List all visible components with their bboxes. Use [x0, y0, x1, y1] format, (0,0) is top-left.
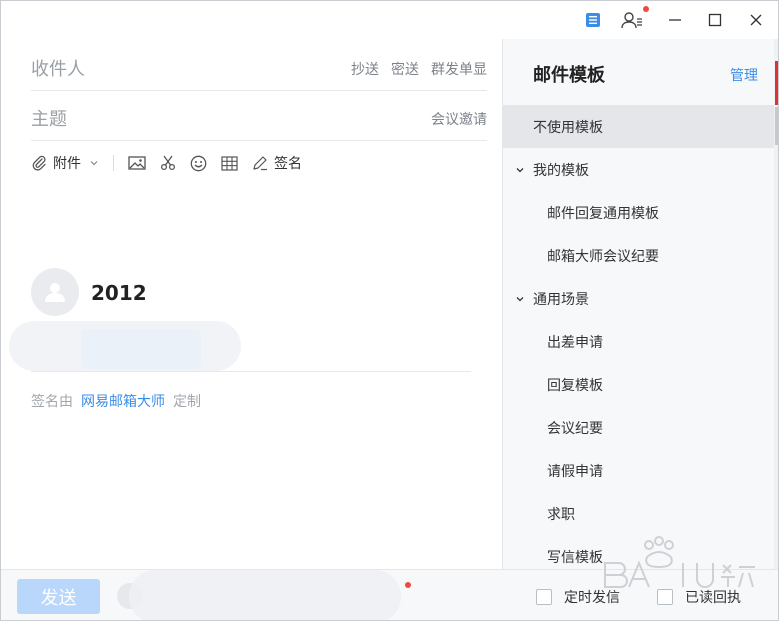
template-list: 不使用模板我的模板邮件回复通用模板 邮箱大师会议纪要通用场景出差申请回复模板会议纪…: [503, 105, 775, 578]
scrollbar-thumb[interactable]: [775, 107, 778, 145]
template-panel: 邮件模板 管理 不使用模板我的模板邮件回复通用模板 邮箱大师会议纪要通用场景出差申…: [502, 39, 776, 569]
watermark-logo: [604, 536, 755, 588]
template-item[interactable]: 请假申请: [503, 449, 775, 492]
chevron-down-icon[interactable]: [513, 163, 527, 177]
template-item[interactable]: 不使用模板: [503, 105, 775, 148]
template-item[interactable]: 出差申请: [503, 320, 775, 363]
paperclip-icon: [31, 155, 47, 171]
template-item[interactable]: 邮箱大师会议纪要: [503, 234, 775, 277]
signature-footer-suffix: 定制: [173, 394, 201, 410]
subject-input[interactable]: 主题: [31, 105, 67, 131]
editor-toolbar: 附件 签名: [31, 149, 316, 177]
bcc-button[interactable]: 密送: [391, 59, 419, 79]
recipient-input[interactable]: 收件人: [31, 55, 85, 81]
template-item-label: 邮箱大师会议纪要: [547, 248, 659, 265]
notification-dot: [405, 582, 411, 588]
blurred-content: [81, 329, 201, 369]
template-item[interactable]: 会议纪要: [503, 406, 775, 449]
template-group[interactable]: 通用场景: [503, 277, 775, 320]
manage-button[interactable]: 管理: [730, 65, 758, 85]
template-group[interactable]: 我的模板: [503, 148, 775, 191]
signature-divider: [31, 371, 471, 372]
meeting-invite-button[interactable]: 会议邀请: [431, 109, 487, 129]
group-send-button[interactable]: 群发单显: [431, 59, 487, 79]
signature-footer: 签名由 网易邮箱大师 定制: [31, 391, 201, 411]
compose-area: 收件人 抄送 密送 群发单显 主题 会议邀请 附件 签名 2012 签名由 网易…: [1, 39, 502, 569]
compose-window: 收件人 抄送 密送 群发单显 主题 会议邀请 附件 签名 2012 签名由 网易…: [0, 0, 779, 621]
emoji-icon[interactable]: [190, 149, 207, 177]
template-item-label: 邮件回复通用模板: [547, 205, 659, 222]
template-item-label: 回复模板: [547, 377, 603, 394]
pen-icon: [252, 155, 268, 171]
signature-footer-prefix: 签名由: [31, 394, 73, 410]
chevron-down-icon[interactable]: [89, 158, 99, 168]
template-item-label: 不使用模板: [533, 119, 603, 136]
subject-row: 主题 会议邀请: [31, 91, 487, 141]
template-item-label: 通用场景: [533, 291, 589, 308]
recipient-row: 收件人 抄送 密送 群发单显: [31, 41, 487, 91]
blurred-content: [129, 570, 401, 620]
image-icon[interactable]: [128, 149, 146, 177]
template-item-label: 会议纪要: [547, 420, 603, 437]
minimize-icon[interactable]: [661, 7, 689, 33]
attachment-label: 附件: [53, 156, 81, 172]
close-icon[interactable]: [742, 7, 770, 33]
maximize-icon[interactable]: [701, 7, 729, 33]
send-button[interactable]: 发送: [17, 579, 100, 614]
template-item[interactable]: 求职: [503, 492, 775, 535]
template-item-label: 请假申请: [547, 463, 603, 480]
title-bar: [1, 1, 778, 39]
contacts-icon[interactable]: [618, 7, 646, 33]
template-item[interactable]: 回复模板: [503, 363, 775, 406]
scheduled-send-checkbox[interactable]: [536, 589, 552, 605]
toolbar-divider: [113, 155, 114, 171]
chevron-down-icon[interactable]: [513, 292, 527, 306]
scissors-icon[interactable]: [160, 149, 176, 177]
signature-name: 2012: [91, 281, 147, 305]
recipient-actions: 抄送 密送 群发单显: [351, 59, 487, 79]
template-item-label: 写信模板: [547, 549, 603, 566]
notepad-icon[interactable]: [579, 7, 607, 33]
template-item[interactable]: 邮件回复通用模板: [503, 191, 775, 234]
template-item-label: 求职: [547, 506, 575, 523]
table-icon[interactable]: [221, 149, 238, 177]
scrollbar-marker: [775, 61, 778, 105]
attachment-button[interactable]: 附件: [31, 149, 99, 177]
avatar: [31, 268, 79, 316]
signature-footer-link[interactable]: 网易邮箱大师: [81, 394, 165, 410]
panel-title: 邮件模板: [533, 65, 605, 86]
template-item-label: 我的模板: [533, 162, 589, 179]
signature-button[interactable]: 签名: [252, 149, 302, 177]
cc-button[interactable]: 抄送: [351, 59, 379, 79]
subject-actions: 会议邀请: [431, 109, 487, 129]
notification-dot: [643, 6, 649, 12]
signature-label: 签名: [274, 156, 302, 172]
template-item-label: 出差申请: [547, 334, 603, 351]
